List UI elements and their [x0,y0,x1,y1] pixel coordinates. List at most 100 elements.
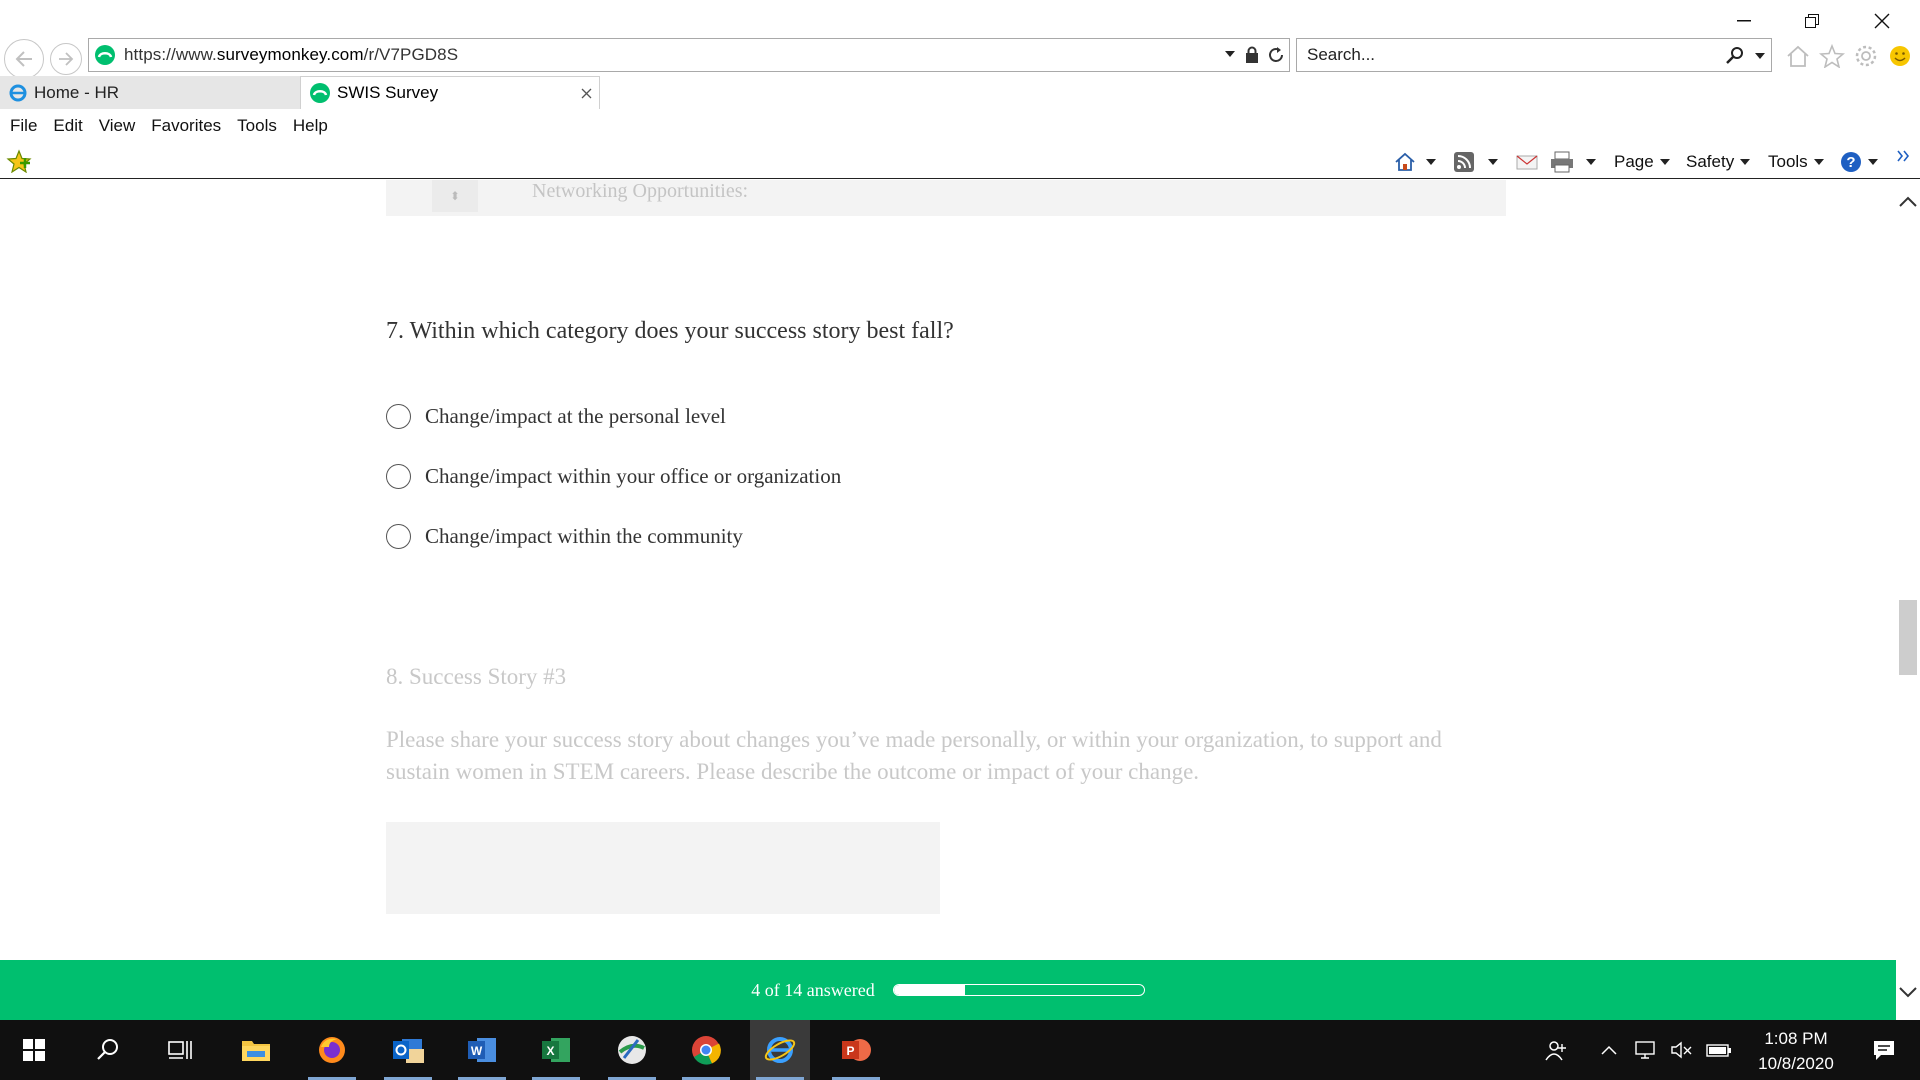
read-mail-command[interactable] [1516,149,1538,175]
favorites-button[interactable] [1818,42,1846,70]
favorites-bar-star-icon[interactable] [6,149,32,173]
question-7-option-personal[interactable]: Change/impact at the personal level [386,400,726,432]
scrollbar-thumb[interactable] [1899,600,1917,675]
option-label[interactable]: Change/impact at the personal level [425,404,726,429]
restore-button[interactable] [1782,4,1842,38]
feedback-button[interactable] [1886,42,1914,70]
forward-arrow-icon [59,52,74,66]
address-url: https://www.surveymonkey.com/r/V7PGD8S [124,45,459,64]
outlook-icon [393,1039,424,1063]
menu-edit[interactable]: Edit [53,116,82,136]
page-menu[interactable]: Page [1614,149,1670,175]
tab-label: SWIS Survey [337,83,439,102]
chevron-up-icon [1601,1045,1617,1055]
question-8-answer-box[interactable] [386,822,940,914]
option-label[interactable]: Change/impact within the community [425,524,743,549]
question-7-title: 7. Within which category does your succe… [386,318,954,344]
search-dropdown-icon[interactable] [1755,53,1765,59]
network-app-icon [618,1036,646,1064]
tools-menu[interactable]: Tools [1768,149,1824,175]
tab-label: Home - HR [34,82,120,102]
more-commands-button[interactable] [1896,143,1910,169]
battery-icon [1706,1044,1731,1057]
volume-button[interactable] [1668,1020,1696,1080]
refresh-icon[interactable] [1267,46,1285,64]
radio-button[interactable] [386,403,411,429]
show-hidden-icons-button[interactable] [1598,1020,1620,1080]
battery-button[interactable] [1704,1020,1734,1080]
menu-favorites[interactable]: Favorites [151,116,221,136]
network-button[interactable] [1632,1020,1660,1080]
previous-item-label: Networking Opportunities: [532,180,749,202]
address-bar[interactable]: https://www.surveymonkey.com/r/V7PGD8S [88,38,1290,72]
people-button[interactable] [1538,1020,1574,1080]
tab-home-hr[interactable]: Home - HR [0,76,300,109]
chevron-down-icon [1813,159,1824,165]
question-8-description: Please share your success story about ch… [386,727,1442,784]
navigation-row: https://www.surveymonkey.com/r/V7PGD8S S… [0,36,1920,79]
home-icon [1395,152,1415,171]
scroll-up-button[interactable] [1896,190,1920,214]
option-label[interactable]: Change/impact within your office or orga… [425,464,841,489]
taskbar-search-button[interactable] [78,1020,138,1080]
menu-tools[interactable]: Tools [237,116,277,136]
internet-explorer-button[interactable] [750,1020,810,1080]
feeds-dropdown-icon[interactable] [1488,159,1498,165]
feeds-command[interactable] [1454,149,1498,175]
scroll-down-button[interactable] [1896,980,1920,1004]
notification-icon [1874,1041,1894,1060]
minimize-button[interactable] [1714,4,1774,38]
close-window-button[interactable] [1852,4,1912,38]
menu-help[interactable]: Help [293,116,328,136]
taskbar-clock[interactable]: 1:08 PM 10/8/2020 [1736,1026,1856,1076]
print-command[interactable] [1550,149,1596,175]
help-menu[interactable]: ? [1840,149,1878,175]
search-bar[interactable]: Search... [1296,38,1772,72]
excel-button[interactable]: X [526,1020,586,1080]
close-icon [1874,13,1890,29]
command-bar: Page Safety Tools ? [0,143,1920,179]
volume-muted-icon [1671,1041,1692,1059]
network-app-button[interactable] [602,1020,662,1080]
question-7-option-community[interactable]: Change/impact within the community [386,520,743,552]
smiley-icon [1890,46,1910,66]
internet-explorer-icon [764,1037,796,1063]
search-input[interactable]: Search... [1307,45,1375,65]
print-dropdown-icon[interactable] [1586,159,1596,165]
back-button[interactable] [4,39,44,79]
restore-icon [1805,14,1819,28]
menu-view[interactable]: View [99,116,136,136]
radio-button[interactable] [386,523,411,549]
start-button[interactable] [4,1020,64,1080]
powerpoint-button[interactable]: P [826,1020,886,1080]
chrome-button[interactable] [676,1020,736,1080]
radio-button[interactable] [386,463,411,489]
close-tab-icon[interactable] [581,88,592,99]
progress-bar-fill [893,985,966,995]
menu-file[interactable]: File [10,116,37,136]
firefox-button[interactable] [302,1020,362,1080]
home-dropdown-icon[interactable] [1426,159,1436,165]
outlook-button[interactable] [378,1020,438,1080]
home-command[interactable] [1394,149,1436,175]
settings-button[interactable] [1852,42,1880,70]
lock-icon[interactable] [1245,46,1259,64]
action-center-button[interactable] [1854,1020,1914,1080]
question-7-option-organization[interactable]: Change/impact within your office or orga… [386,460,841,492]
tab-swis-survey[interactable]: SWIS Survey [300,76,600,109]
home-button[interactable] [1784,42,1812,70]
chevron-down-icon [1740,159,1751,165]
vertical-scrollbar[interactable] [1896,180,1920,1010]
word-button[interactable]: W [452,1020,512,1080]
file-explorer-button[interactable] [226,1020,286,1080]
word-icon: W [468,1038,496,1062]
safety-menu[interactable]: Safety [1686,149,1751,175]
clock-date: 10/8/2020 [1758,1054,1834,1073]
internet-explorer-icon [9,84,27,101]
task-view-button[interactable] [150,1020,210,1080]
address-dropdown-icon[interactable] [1225,51,1235,57]
help-icon: ? [1841,152,1861,172]
forward-button[interactable] [50,43,82,75]
search-icon[interactable] [1725,46,1745,66]
tools-menu-label: Tools [1768,152,1808,171]
